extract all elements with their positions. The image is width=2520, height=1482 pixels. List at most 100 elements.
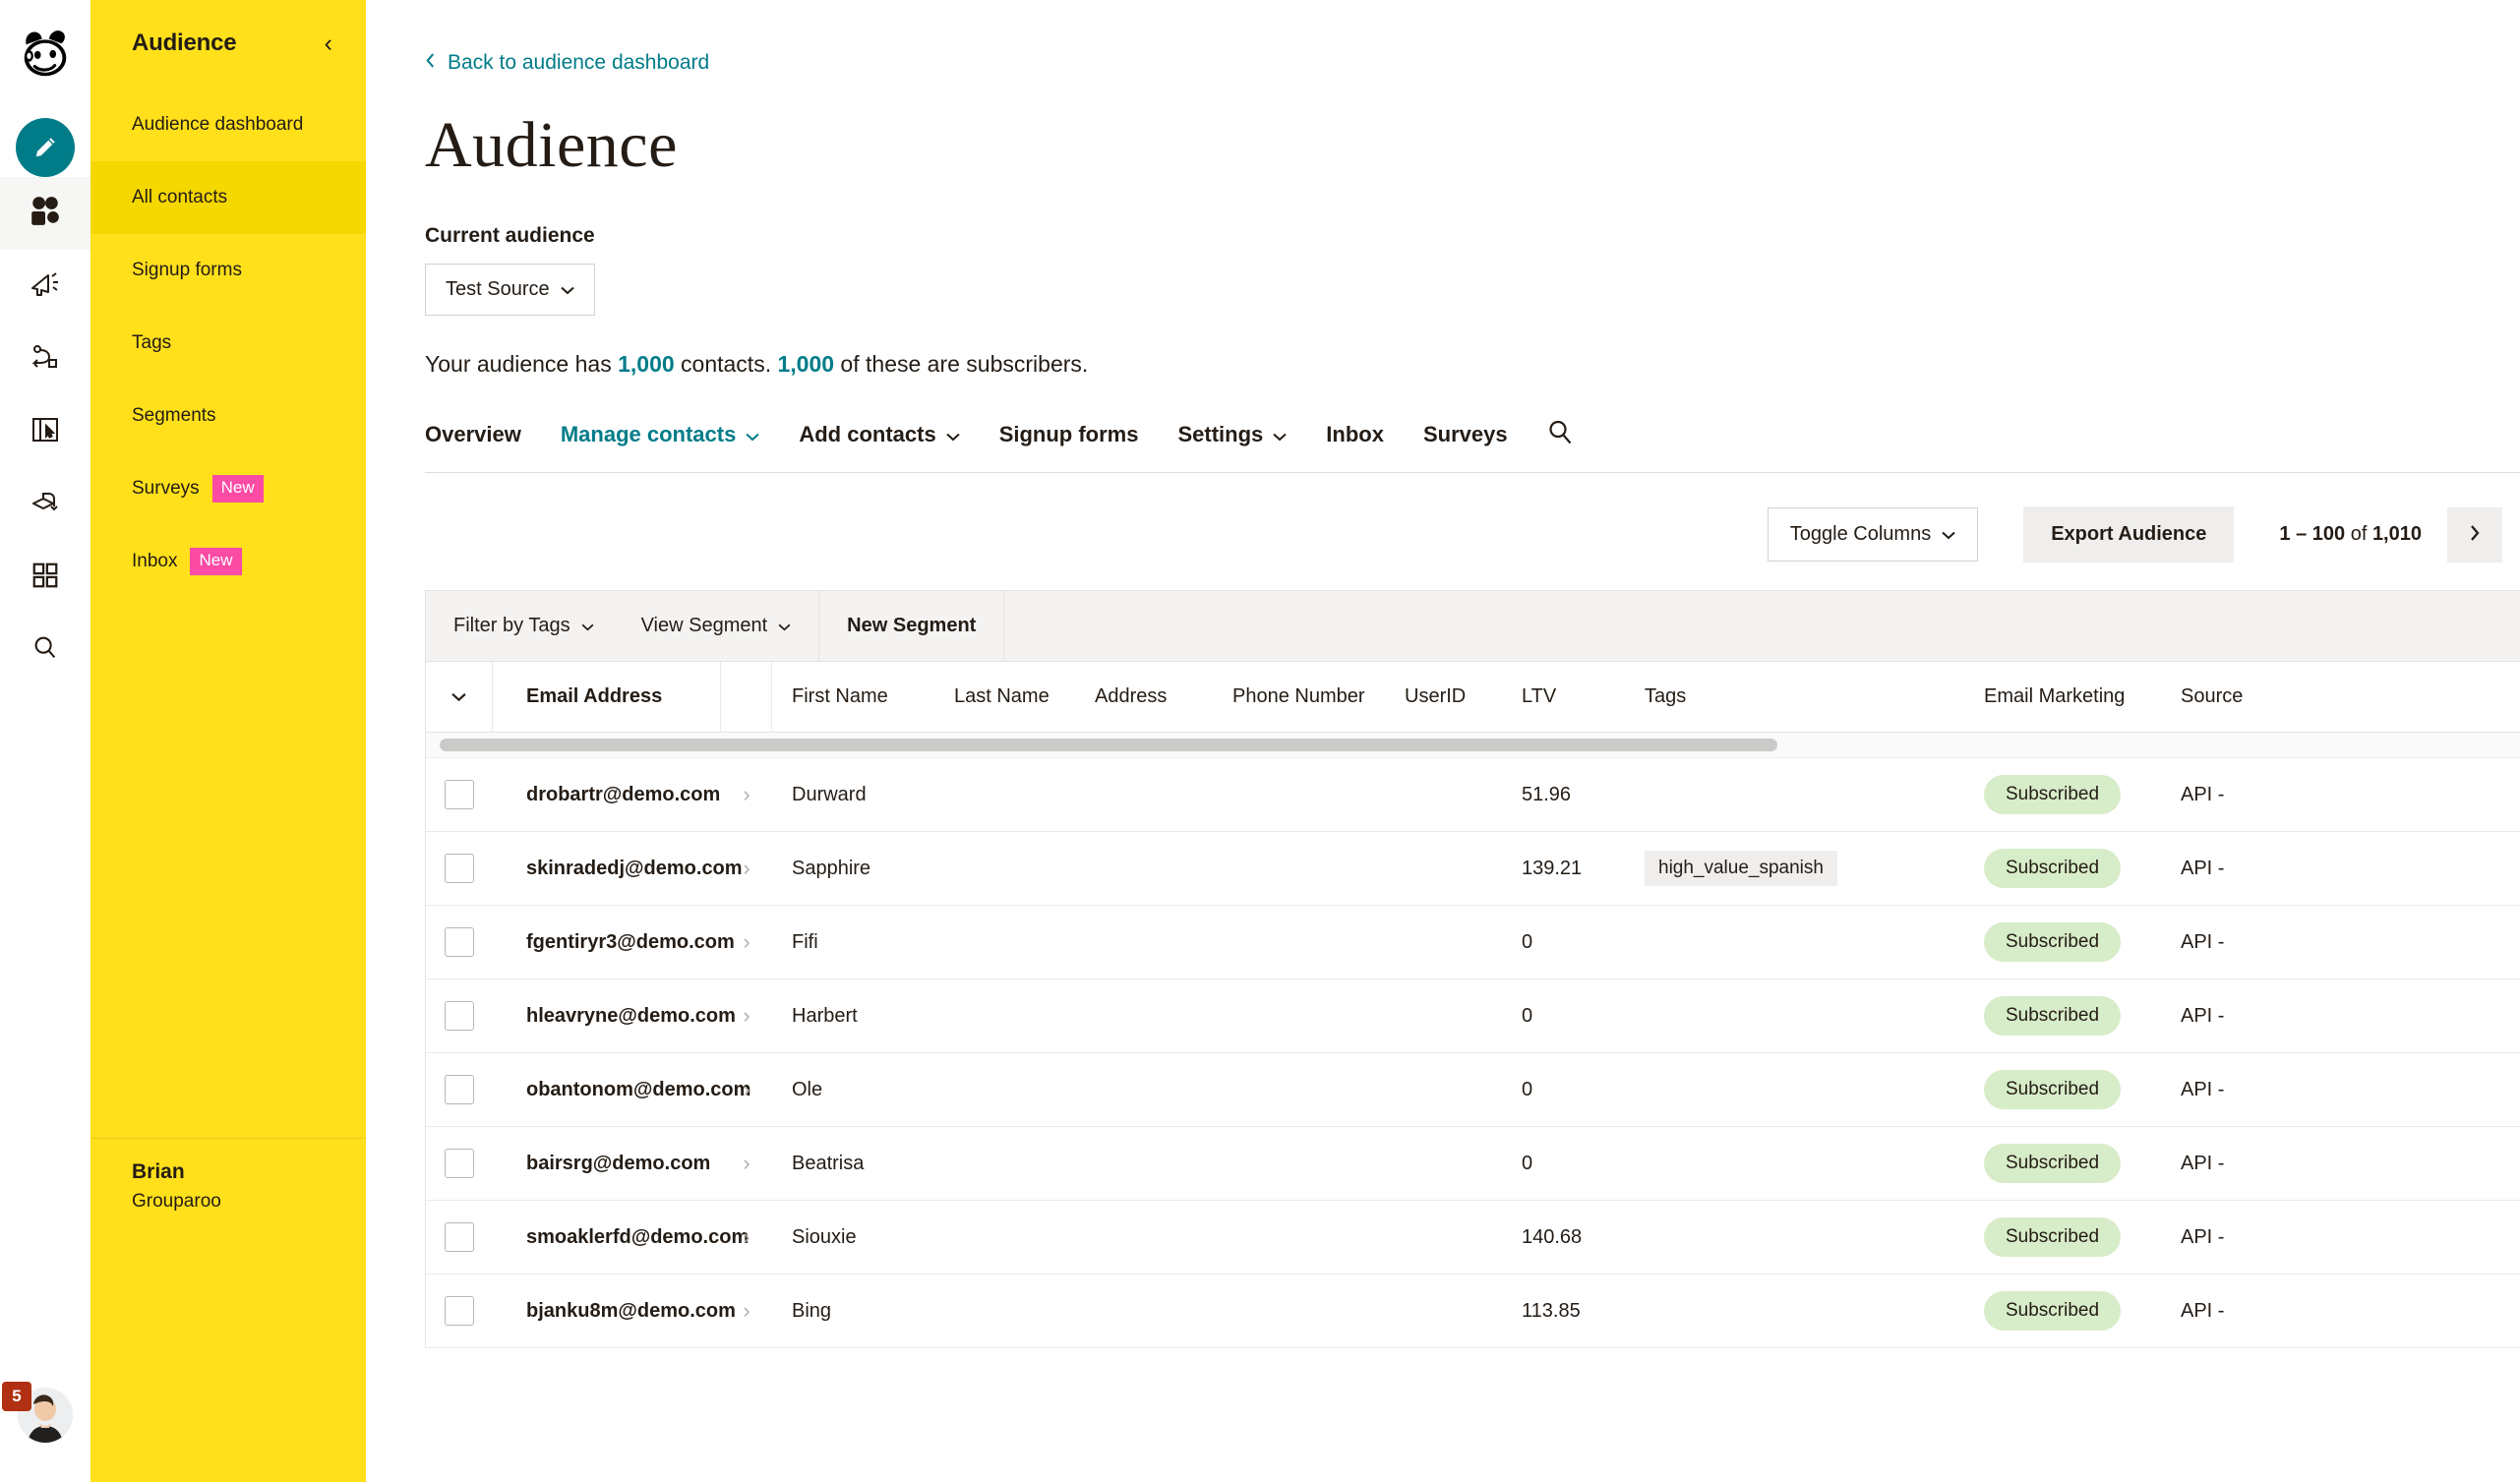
new-badge: New — [211, 475, 264, 503]
column-header-first-name[interactable]: First Name — [772, 662, 934, 733]
chevron-right-icon[interactable]: › — [721, 906, 772, 979]
chevron-right-icon[interactable]: › — [721, 832, 772, 906]
column-header-userid[interactable]: UserID — [1385, 662, 1502, 733]
row-checkbox[interactable] — [445, 1296, 474, 1326]
notification-badge: 5 — [2, 1382, 31, 1411]
table-row[interactable]: obantonom@demo.com › Ole 0 Subscribed AP… — [426, 1053, 2520, 1127]
column-header-email-address[interactable]: Email Address — [493, 661, 721, 733]
new-segment-button[interactable]: New Segment — [819, 591, 1005, 661]
tab-settings[interactable]: Settings — [1177, 422, 1287, 447]
table-row[interactable]: skinradedj@demo.com › Sapphire 139.21 hi… — [426, 832, 2520, 906]
tab-signup-forms[interactable]: Signup forms — [999, 422, 1139, 447]
row-checkbox[interactable] — [445, 1222, 474, 1252]
tab-label: Add contacts — [799, 422, 936, 446]
chevron-down-icon — [746, 422, 760, 447]
cell-email-address[interactable]: fgentiryr3@demo.com — [493, 906, 735, 979]
tab-manage-contacts[interactable]: Manage contacts — [561, 422, 760, 447]
sidebar-item-inbox[interactable]: Inbox New — [90, 525, 366, 598]
cell-source: API - — [2181, 857, 2225, 879]
back-to-audience-dashboard-link[interactable]: Back to audience dashboard — [425, 51, 2520, 75]
row-checkbox[interactable] — [445, 854, 474, 883]
cell-email-address[interactable]: skinradedj@demo.com — [493, 832, 743, 906]
rail-item-search[interactable] — [0, 614, 90, 686]
nav-user-block[interactable]: Brian Grouparoo — [90, 1138, 366, 1213]
tab-inbox[interactable]: Inbox — [1326, 422, 1384, 447]
table-row[interactable]: hleavryne@demo.com › Harbert 0 Subscribe… — [426, 979, 2520, 1053]
row-checkbox[interactable] — [445, 1149, 474, 1178]
table-horizontal-scrollbar[interactable] — [426, 733, 2520, 758]
table-row[interactable]: drobartr@demo.com › Durward 51.96 Subscr… — [426, 758, 2520, 832]
column-header-email-marketing[interactable]: Email Marketing — [1964, 662, 2161, 733]
chevron-right-icon[interactable]: › — [721, 1201, 772, 1275]
sidebar-item-segments[interactable]: Segments — [90, 380, 366, 452]
row-checkbox[interactable] — [445, 1001, 474, 1031]
chevron-right-icon[interactable]: › — [721, 1053, 772, 1127]
filter-by-tags-dropdown[interactable]: Filter by Tags — [453, 615, 594, 637]
rail-item-signup-forms[interactable] — [0, 250, 90, 323]
scrollbar-thumb[interactable] — [440, 739, 1777, 751]
cell-tags — [1625, 1053, 1964, 1127]
select-all-dropdown[interactable] — [426, 661, 493, 733]
column-header-spacer — [721, 661, 772, 733]
chevron-right-icon[interactable]: › — [721, 1275, 772, 1348]
sidebar-item-surveys[interactable]: Surveys New — [90, 452, 366, 525]
sidebar-item-tags[interactable]: Tags — [90, 307, 366, 380]
tag-chip[interactable]: high_value_spanish — [1645, 851, 1837, 886]
cell-phone-number — [1213, 1275, 1385, 1348]
column-header-last-name[interactable]: Last Name — [934, 662, 1075, 733]
table-row[interactable]: bairsrg@demo.com › Beatrisa 0 Subscribed… — [426, 1127, 2520, 1201]
compose-pencil-icon[interactable] — [16, 118, 75, 177]
table-row[interactable]: fgentiryr3@demo.com › Fifi 0 Subscribed … — [426, 906, 2520, 979]
sidebar-item-all-contacts[interactable]: All contacts — [90, 161, 366, 234]
column-header-address[interactable]: Address — [1075, 662, 1213, 733]
chevron-right-icon[interactable]: › — [721, 979, 772, 1053]
table-row[interactable]: smoaklerfd@demo.com › Siouxie 140.68 Sub… — [426, 1201, 2520, 1275]
rail-item-surveys[interactable] — [0, 468, 90, 541]
sidebar-item-label: Tags — [132, 332, 172, 353]
chevron-right-icon[interactable]: › — [721, 758, 772, 832]
audience-source-select[interactable]: Test Source — [425, 264, 595, 316]
rail-item-all-contacts[interactable] — [0, 177, 90, 250]
cell-email-address[interactable]: obantonom@demo.com — [493, 1053, 750, 1127]
chevron-right-icon[interactable]: › — [721, 1127, 772, 1201]
nav-user-org: Grouparoo — [132, 1191, 221, 1212]
next-page-button[interactable] — [2447, 506, 2502, 563]
contacts-table: Filter by Tags View Segment New Segment — [425, 590, 2520, 1348]
row-checkbox[interactable] — [445, 780, 474, 809]
column-header-ltv[interactable]: LTV — [1502, 662, 1625, 733]
nav-title: Audience — [132, 30, 237, 56]
sidebar-item-audience-dashboard[interactable]: Audience dashboard — [90, 89, 366, 161]
column-header-phone-number[interactable]: Phone Number — [1213, 662, 1385, 733]
sidebar-item-signup-forms[interactable]: Signup forms — [90, 234, 366, 307]
rail-item-tags[interactable] — [0, 323, 90, 395]
tab-add-contacts[interactable]: Add contacts — [799, 422, 960, 447]
chevron-left-icon[interactable]: ‹ — [325, 30, 332, 56]
current-audience-label: Current audience — [425, 224, 595, 247]
cell-last-name — [934, 1275, 1075, 1348]
cell-first-name: Ole — [792, 1078, 823, 1100]
mailchimp-freddie-logo-icon[interactable] — [15, 22, 76, 83]
rail-item-segments[interactable] — [0, 395, 90, 468]
row-checkbox[interactable] — [445, 1075, 474, 1104]
cell-email-address[interactable]: drobartr@demo.com — [493, 758, 721, 832]
sidebar-item-label: Surveys — [132, 478, 200, 499]
nav-user-name: Brian — [132, 1160, 185, 1183]
toggle-columns-button[interactable]: Toggle Columns — [1767, 507, 1979, 562]
tab-search-button[interactable] — [1547, 419, 1573, 450]
rail-account[interactable]: 5 — [0, 1366, 90, 1464]
cell-email-address[interactable]: bjanku8m@demo.com — [493, 1275, 736, 1348]
cell-email-address[interactable]: bairsrg@demo.com — [493, 1127, 721, 1201]
cell-email-marketing: Subscribed — [1964, 758, 2161, 832]
column-header-source[interactable]: Source — [2161, 662, 2279, 733]
table-row[interactable]: bjanku8m@demo.com › Bing 113.85 Subscrib… — [426, 1275, 2520, 1348]
tab-overview[interactable]: Overview — [425, 422, 521, 447]
view-segment-dropdown[interactable]: View Segment — [641, 615, 792, 637]
cell-last-name — [934, 906, 1075, 979]
tab-surveys[interactable]: Surveys — [1423, 422, 1508, 447]
rail-item-inbox[interactable] — [0, 541, 90, 614]
cell-email-address[interactable]: smoaklerfd@demo.com — [493, 1201, 749, 1275]
cell-email-address[interactable]: hleavryne@demo.com — [493, 979, 736, 1053]
column-header-tags[interactable]: Tags — [1625, 662, 1964, 733]
export-audience-button[interactable]: Export Audience — [2023, 506, 2235, 563]
row-checkbox[interactable] — [445, 927, 474, 957]
